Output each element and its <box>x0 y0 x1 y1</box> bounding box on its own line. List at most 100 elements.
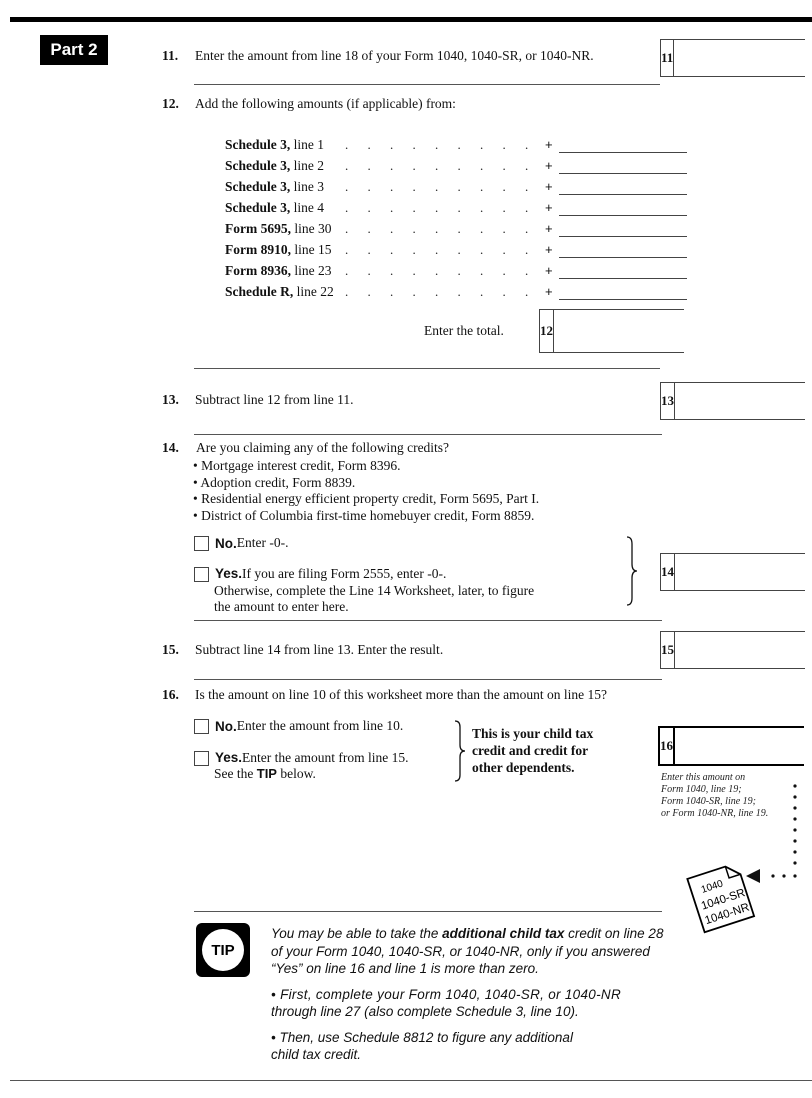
no-text: Enter the amount from line 10. <box>236 718 404 733</box>
schedule-line: line 2 <box>290 157 325 173</box>
see-tip-text: See the TIP below. <box>194 766 409 782</box>
schedule-row: Schedule 3, line 4 . . . . . . . . . . .… <box>225 197 687 218</box>
line-16-text: Is the amount on line 10 of this workshe… <box>195 687 608 702</box>
no-label: No. <box>215 718 237 734</box>
line-12-amount-input[interactable] <box>554 310 718 352</box>
line-15-number: 15. <box>162 642 179 657</box>
schedule-row: Schedule 3, line 2 . . . . . . . . . . .… <box>225 155 687 176</box>
line-16-box: 16 <box>658 726 812 766</box>
schedule-amount-input[interactable] <box>559 136 687 153</box>
line-16-box-label: 16 <box>660 728 675 764</box>
line-14-yes-option: Yes. If you are filing Form 2555, enter … <box>194 566 534 616</box>
line-16-result-note: This is your child tax credit and credit… <box>472 725 593 776</box>
plus-sign: + <box>545 158 553 173</box>
schedule-amount-input[interactable] <box>559 241 687 258</box>
schedule-amount-input[interactable] <box>559 199 687 216</box>
line-11-box-label: 11 <box>661 40 675 76</box>
line-13-text: Subtract line 12 from line 11. <box>195 392 354 407</box>
line-14-credit-list: • Mortgage interest credit, Form 8396. •… <box>193 458 539 524</box>
line-12-schedule-list: Schedule 3, line 1 . . . . . . . . . . .… <box>225 134 687 302</box>
line-14-box: 14 <box>660 553 812 591</box>
schedule-row: Form 8910, line 15 . . . . . . . . . . .… <box>225 239 687 260</box>
tip-icon: TIP <box>196 923 250 977</box>
schedule-line: line 22 <box>293 283 334 299</box>
credit-item: • District of Columbia first-time homebu… <box>193 507 535 523</box>
line-11-text: Enter the amount from line 18 of your Fo… <box>195 48 594 63</box>
bottom-rule <box>10 1080 812 1081</box>
schedule-line: line 3 <box>290 178 325 194</box>
leader-dots: . . . . . . . . . . . . . <box>345 262 545 278</box>
line-13-amount-input[interactable] <box>675 383 812 419</box>
brace-icon <box>626 536 638 606</box>
yes-text: If you are filing Form 2555, enter -0-. <box>242 566 447 581</box>
line-15-text: Subtract line 14 from line 13. Enter the… <box>195 642 444 657</box>
line-13-box: 13 <box>660 382 812 420</box>
tip-text-part: credit on line 28 <box>564 926 664 941</box>
schedule-amount-input[interactable] <box>559 262 687 279</box>
divider <box>194 368 660 369</box>
tip-text-line: “Yes” on line 16 and line 1 is more than… <box>271 961 539 976</box>
divider <box>194 434 662 435</box>
credit-item: • Mortgage interest credit, Form 8396. <box>193 458 401 473</box>
yes-text: Enter the amount from line 15. <box>242 750 409 765</box>
tip-bullet-line: child tax credit. <box>271 1047 362 1062</box>
line-14-box-label: 14 <box>661 554 675 590</box>
schedule-source: Schedule 3, <box>225 136 291 152</box>
line-16-amount-input[interactable] <box>675 728 812 764</box>
schedule-amount-input[interactable] <box>559 220 687 237</box>
line-14-no-checkbox[interactable] <box>194 535 209 551</box>
line-14-text: Are you claiming any of the following cr… <box>196 440 450 455</box>
line-15-amount-input[interactable] <box>675 632 812 668</box>
schedule-line: line 4 <box>290 199 325 215</box>
schedule-amount-input[interactable] <box>559 283 687 300</box>
line-11-amount-input[interactable] <box>674 40 812 76</box>
schedule-source: Schedule R, <box>225 283 294 299</box>
tip-bullet-line: • First, complete your Form 1040, 1040-S… <box>271 986 622 1002</box>
yes-text-3: the amount to enter here. <box>214 599 349 614</box>
line-16-no-checkbox[interactable] <box>194 718 209 734</box>
plus-sign: + <box>545 263 553 278</box>
line-16-yes-option: Yes. Enter the amount from line 15. See … <box>194 750 409 782</box>
schedule-row: Form 5695, line 30 . . . . . . . . . . .… <box>225 218 687 239</box>
leader-dots: . . . . . . . . . . . . . <box>345 283 545 299</box>
form-document-icon: 1040 1040-SR 1040-NR <box>686 865 756 934</box>
schedule-source: Schedule 3, <box>225 157 291 173</box>
no-label: No. <box>215 535 237 551</box>
credit-item: • Residential energy efficient property … <box>193 491 540 506</box>
schedule-source: Form 8910, <box>225 241 291 257</box>
line-14-yes-checkbox[interactable] <box>194 566 209 582</box>
schedule-row: Schedule R, line 22 . . . . . . . . . . … <box>225 281 687 302</box>
line-16-yes-checkbox[interactable] <box>194 750 209 766</box>
plus-sign: + <box>545 179 553 194</box>
leader-dots: . . . . . . . . . . . . . <box>345 220 545 236</box>
tip-text: You may be able to take the additional c… <box>271 925 663 1064</box>
leader-dots: . . . . . . . . . . . . . <box>345 199 545 215</box>
line-16-number: 16. <box>162 687 179 702</box>
tip-bullet-line: through line 27 (also complete Schedule … <box>271 1004 579 1019</box>
plus-sign: + <box>545 284 553 299</box>
brace-icon <box>454 720 466 782</box>
plus-sign: + <box>545 200 553 215</box>
schedule-amount-input[interactable] <box>559 178 687 195</box>
plus-sign: + <box>545 137 553 152</box>
leader-dots: . . . . . . . . . . . . . <box>345 241 545 257</box>
line-16-no-option: No. Enter the amount from line 10. <box>194 718 403 734</box>
tip-text-line: of your Form 1040, 1040-SR, or 1040-NR, … <box>271 943 650 959</box>
see-tip: TIP <box>256 766 277 781</box>
line-15-box-label: 15 <box>661 632 675 668</box>
line-15-box: 15 <box>660 631 812 669</box>
line-14-number: 14. <box>162 440 179 455</box>
line-12-total-label: Enter the total. <box>424 323 504 338</box>
plus-sign: + <box>545 242 553 257</box>
schedule-row: Form 8936, line 23 . . . . . . . . . . .… <box>225 260 687 281</box>
credit-item: • Adoption credit, Form 8839. <box>193 474 356 490</box>
line-12-number: 12. <box>162 96 179 111</box>
schedule-amount-input[interactable] <box>559 157 687 174</box>
see-pre: See the <box>214 766 257 781</box>
tip-text-bold: additional child tax <box>442 926 565 941</box>
line-14-amount-input[interactable] <box>675 554 812 590</box>
schedule-line: line 30 <box>290 220 332 236</box>
tip-text-part: You may be able to take the <box>271 926 443 941</box>
line-13-number: 13. <box>162 392 179 407</box>
schedule-row: Schedule 3, line 3 . . . . . . . . . . .… <box>225 176 687 197</box>
